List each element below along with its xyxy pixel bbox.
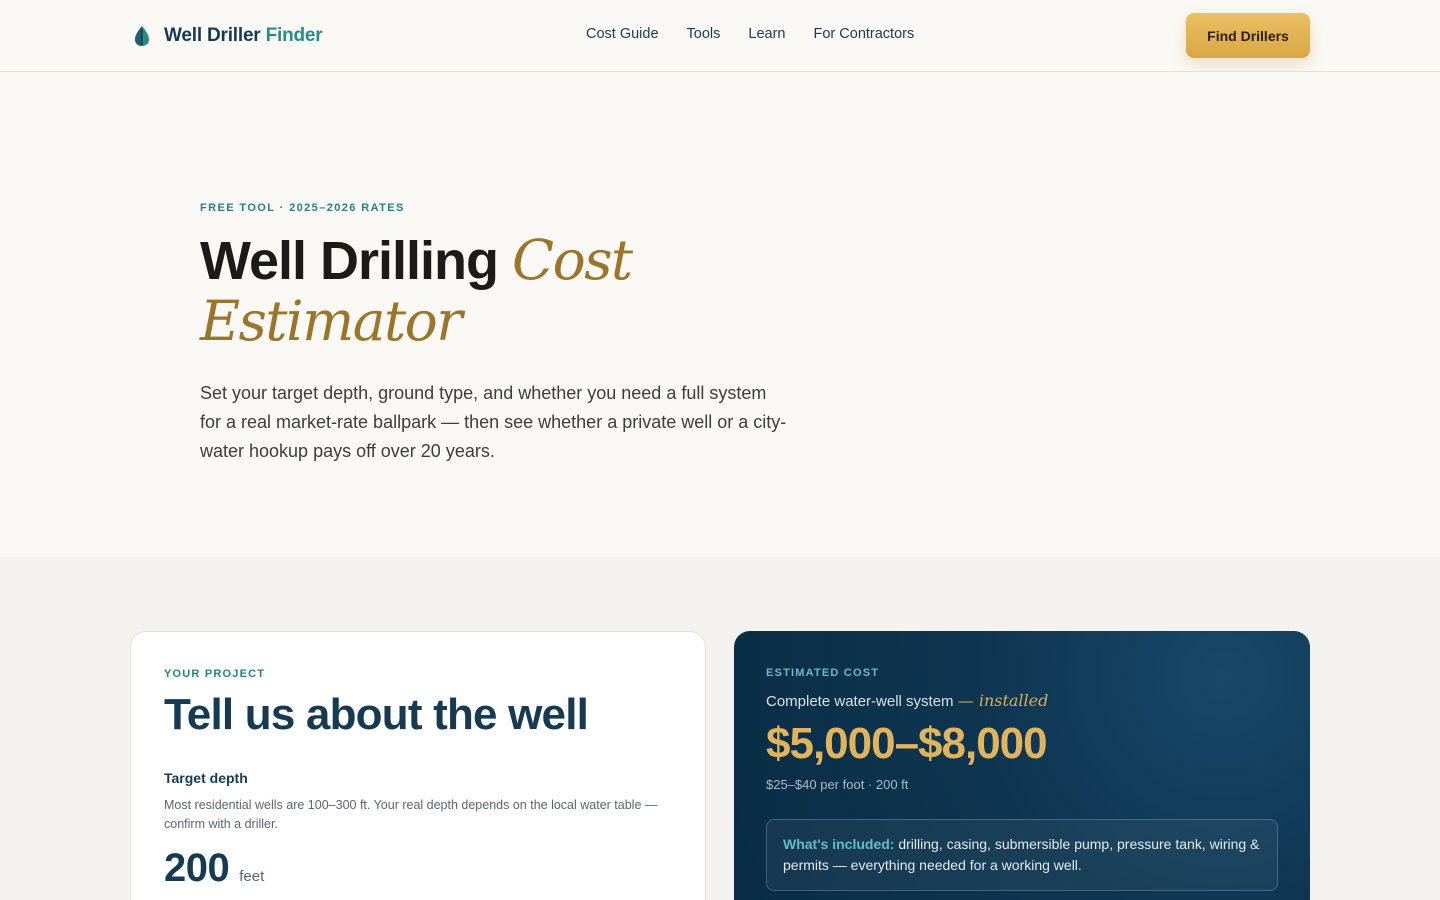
estimate-range: $5,000–$8,000 xyxy=(766,719,1048,768)
page-title-plain: Well Drilling xyxy=(200,231,499,291)
nav-learn[interactable]: Learn xyxy=(748,26,785,42)
estimate-system-line: Complete water-well system — installed xyxy=(766,691,1048,710)
brand-logo[interactable]: Well Driller Finder xyxy=(133,24,323,48)
nav-tools[interactable]: Tools xyxy=(687,26,721,42)
included-box: What's included: drilling, casing, subme… xyxy=(766,819,1278,891)
estimate-card: ESTIMATED COST Complete water-well syste… xyxy=(734,631,1310,900)
estimate-system-text: Complete water-well system xyxy=(766,693,954,710)
hero-section: FREE TOOL · 2025–2026 RATES Well Drillin… xyxy=(0,72,1440,557)
find-drillers-button[interactable]: Find Drillers xyxy=(1186,13,1310,58)
brand-name: Well Driller Finder xyxy=(164,25,323,47)
depth-unit: feet xyxy=(239,868,265,885)
hero-subtitle: Set your target depth, ground type, and … xyxy=(200,383,787,461)
depth-help-text: Most residential wells are 100–300 ft. Y… xyxy=(164,798,658,831)
included-label: What's included: xyxy=(783,836,895,852)
estimate-section-label: ESTIMATED COST xyxy=(766,667,880,679)
site-header: Well Driller Finder Cost Guide Tools Lea… xyxy=(0,0,1440,72)
main-nav: Cost Guide Tools Learn For Contractors xyxy=(586,26,914,42)
estimate-system-serif: — installed xyxy=(957,691,1049,710)
estimate-meta: $25–$40 per foot · 200 ft xyxy=(766,777,909,792)
depth-readout: 200 feet xyxy=(164,846,264,891)
depth-label: Target depth xyxy=(164,770,248,786)
brand-name-main: Well Driller xyxy=(164,25,261,46)
form-section-label: YOUR PROJECT xyxy=(164,668,266,680)
water-drop-leaf-icon xyxy=(135,26,149,46)
nav-for-contractors[interactable]: For Contractors xyxy=(814,26,915,42)
form-title: Tell us about the well xyxy=(164,690,589,739)
hero-eyebrow: FREE TOOL · 2025–2026 RATES xyxy=(200,202,405,214)
nav-cost-guide[interactable]: Cost Guide xyxy=(586,26,659,42)
brand-name-accent: Finder xyxy=(265,25,323,46)
depth-value: 200 xyxy=(164,846,230,890)
page-title: Well Drilling Cost Estimator xyxy=(200,230,840,352)
project-form-card: YOUR PROJECT Tell us about the well Targ… xyxy=(130,631,706,900)
